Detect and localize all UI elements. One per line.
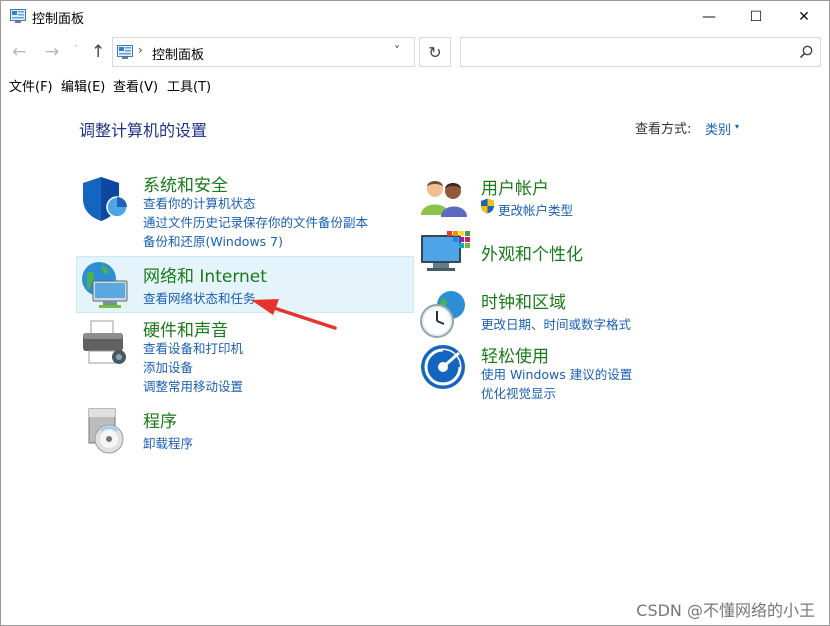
category-programs[interactable]: 程序 bbox=[143, 407, 177, 432]
recent-locations-icon[interactable]: ˅ bbox=[74, 45, 79, 55]
breadcrumb-separator-icon[interactable]: › bbox=[138, 43, 143, 57]
uac-shield-icon bbox=[481, 198, 494, 214]
link-view-computer-status[interactable]: 查看你的计算机状态 bbox=[143, 193, 256, 212]
menu-file[interactable]: 文件(F) bbox=[9, 76, 53, 95]
network-globe-icon[interactable] bbox=[79, 259, 131, 311]
link-network-status-tasks[interactable]: 查看网络状态和任务 bbox=[143, 288, 256, 307]
link-change-date-time-format[interactable]: 更改日期、时间或数字格式 bbox=[481, 314, 631, 333]
title-bar: 控制面板 — ☐ ✕ bbox=[1, 1, 829, 33]
refresh-button[interactable]: ↻ bbox=[419, 37, 451, 67]
link-uninstall-program[interactable]: 卸载程序 bbox=[143, 433, 193, 452]
watermark-text: CSDN @不懂网络的小王 bbox=[636, 601, 815, 620]
link-mobility-settings[interactable]: 调整常用移动设置 bbox=[143, 376, 243, 395]
forward-arrow-icon[interactable]: → bbox=[45, 42, 59, 62]
navigation-bar: ← → ˅ ↑ › 控制面板 ˅ ↻ bbox=[1, 34, 829, 70]
back-arrow-icon[interactable]: ← bbox=[12, 42, 26, 62]
printer-icon[interactable] bbox=[79, 317, 131, 369]
view-by-dropdown[interactable]: 类别 bbox=[705, 119, 731, 138]
control-panel-icon bbox=[10, 9, 26, 23]
up-arrow-icon[interactable]: ↑ bbox=[91, 42, 105, 62]
link-add-device[interactable]: 添加设备 bbox=[143, 357, 193, 376]
users-icon[interactable] bbox=[419, 173, 471, 225]
search-icon[interactable] bbox=[798, 44, 814, 60]
category-clock-region[interactable]: 时钟和区域 bbox=[481, 288, 566, 313]
refresh-icon: ↻ bbox=[428, 42, 442, 62]
caret-down-icon[interactable]: ▾ bbox=[735, 122, 739, 131]
search-input[interactable] bbox=[460, 37, 821, 67]
chevron-down-icon[interactable]: ˅ bbox=[394, 44, 400, 58]
link-windows-recommended-settings[interactable]: 使用 Windows 建议的设置 bbox=[481, 364, 632, 383]
minimize-icon: — bbox=[702, 9, 716, 25]
clock-globe-icon[interactable] bbox=[419, 289, 471, 341]
address-bar[interactable]: › 控制面板 ˅ bbox=[112, 37, 415, 67]
link-devices-printers[interactable]: 查看设备和打印机 bbox=[143, 338, 243, 357]
control-panel-icon bbox=[117, 45, 133, 59]
minimize-button[interactable]: — bbox=[686, 1, 732, 33]
page-title: 调整计算机的设置 bbox=[79, 121, 208, 140]
breadcrumb[interactable]: 控制面板 bbox=[152, 44, 204, 63]
category-appearance-personalization[interactable]: 外观和个性化 bbox=[481, 240, 583, 265]
close-button[interactable]: ✕ bbox=[781, 1, 827, 33]
menu-edit[interactable]: 编辑(E) bbox=[61, 76, 105, 95]
menu-view[interactable]: 查看(V) bbox=[113, 76, 158, 95]
link-backup-restore[interactable]: 备份和还原(Windows 7) bbox=[143, 231, 283, 250]
programs-disc-icon[interactable] bbox=[81, 405, 133, 457]
category-network-internet[interactable]: 网络和 Internet bbox=[143, 262, 267, 287]
monitor-palette-icon[interactable] bbox=[419, 229, 471, 281]
link-optimize-visual-display[interactable]: 优化视觉显示 bbox=[481, 383, 556, 402]
menu-bar: 文件(F) 编辑(E) 查看(V) 工具(T) bbox=[1, 73, 829, 95]
view-by-label: 查看方式: bbox=[635, 122, 692, 137]
maximize-button[interactable]: ☐ bbox=[733, 1, 779, 33]
link-file-history-backup[interactable]: 通过文件历史记录保存你的文件备份副本 bbox=[143, 212, 368, 231]
close-icon: ✕ bbox=[798, 9, 810, 25]
link-change-account-type[interactable]: 更改帐户类型 bbox=[498, 200, 573, 219]
maximize-icon: ☐ bbox=[749, 9, 763, 25]
window-title: 控制面板 bbox=[32, 12, 85, 27]
shield-icon[interactable] bbox=[79, 173, 131, 225]
control-panel-window: 控制面板 — ☐ ✕ ← → ˅ ↑ › 控制面板 ˅ ↻ 文件(F) 编辑(E… bbox=[0, 0, 830, 626]
menu-tools[interactable]: 工具(T) bbox=[167, 76, 211, 95]
category-user-accounts[interactable]: 用户帐户 bbox=[481, 174, 549, 199]
ease-of-access-icon[interactable] bbox=[419, 343, 471, 395]
